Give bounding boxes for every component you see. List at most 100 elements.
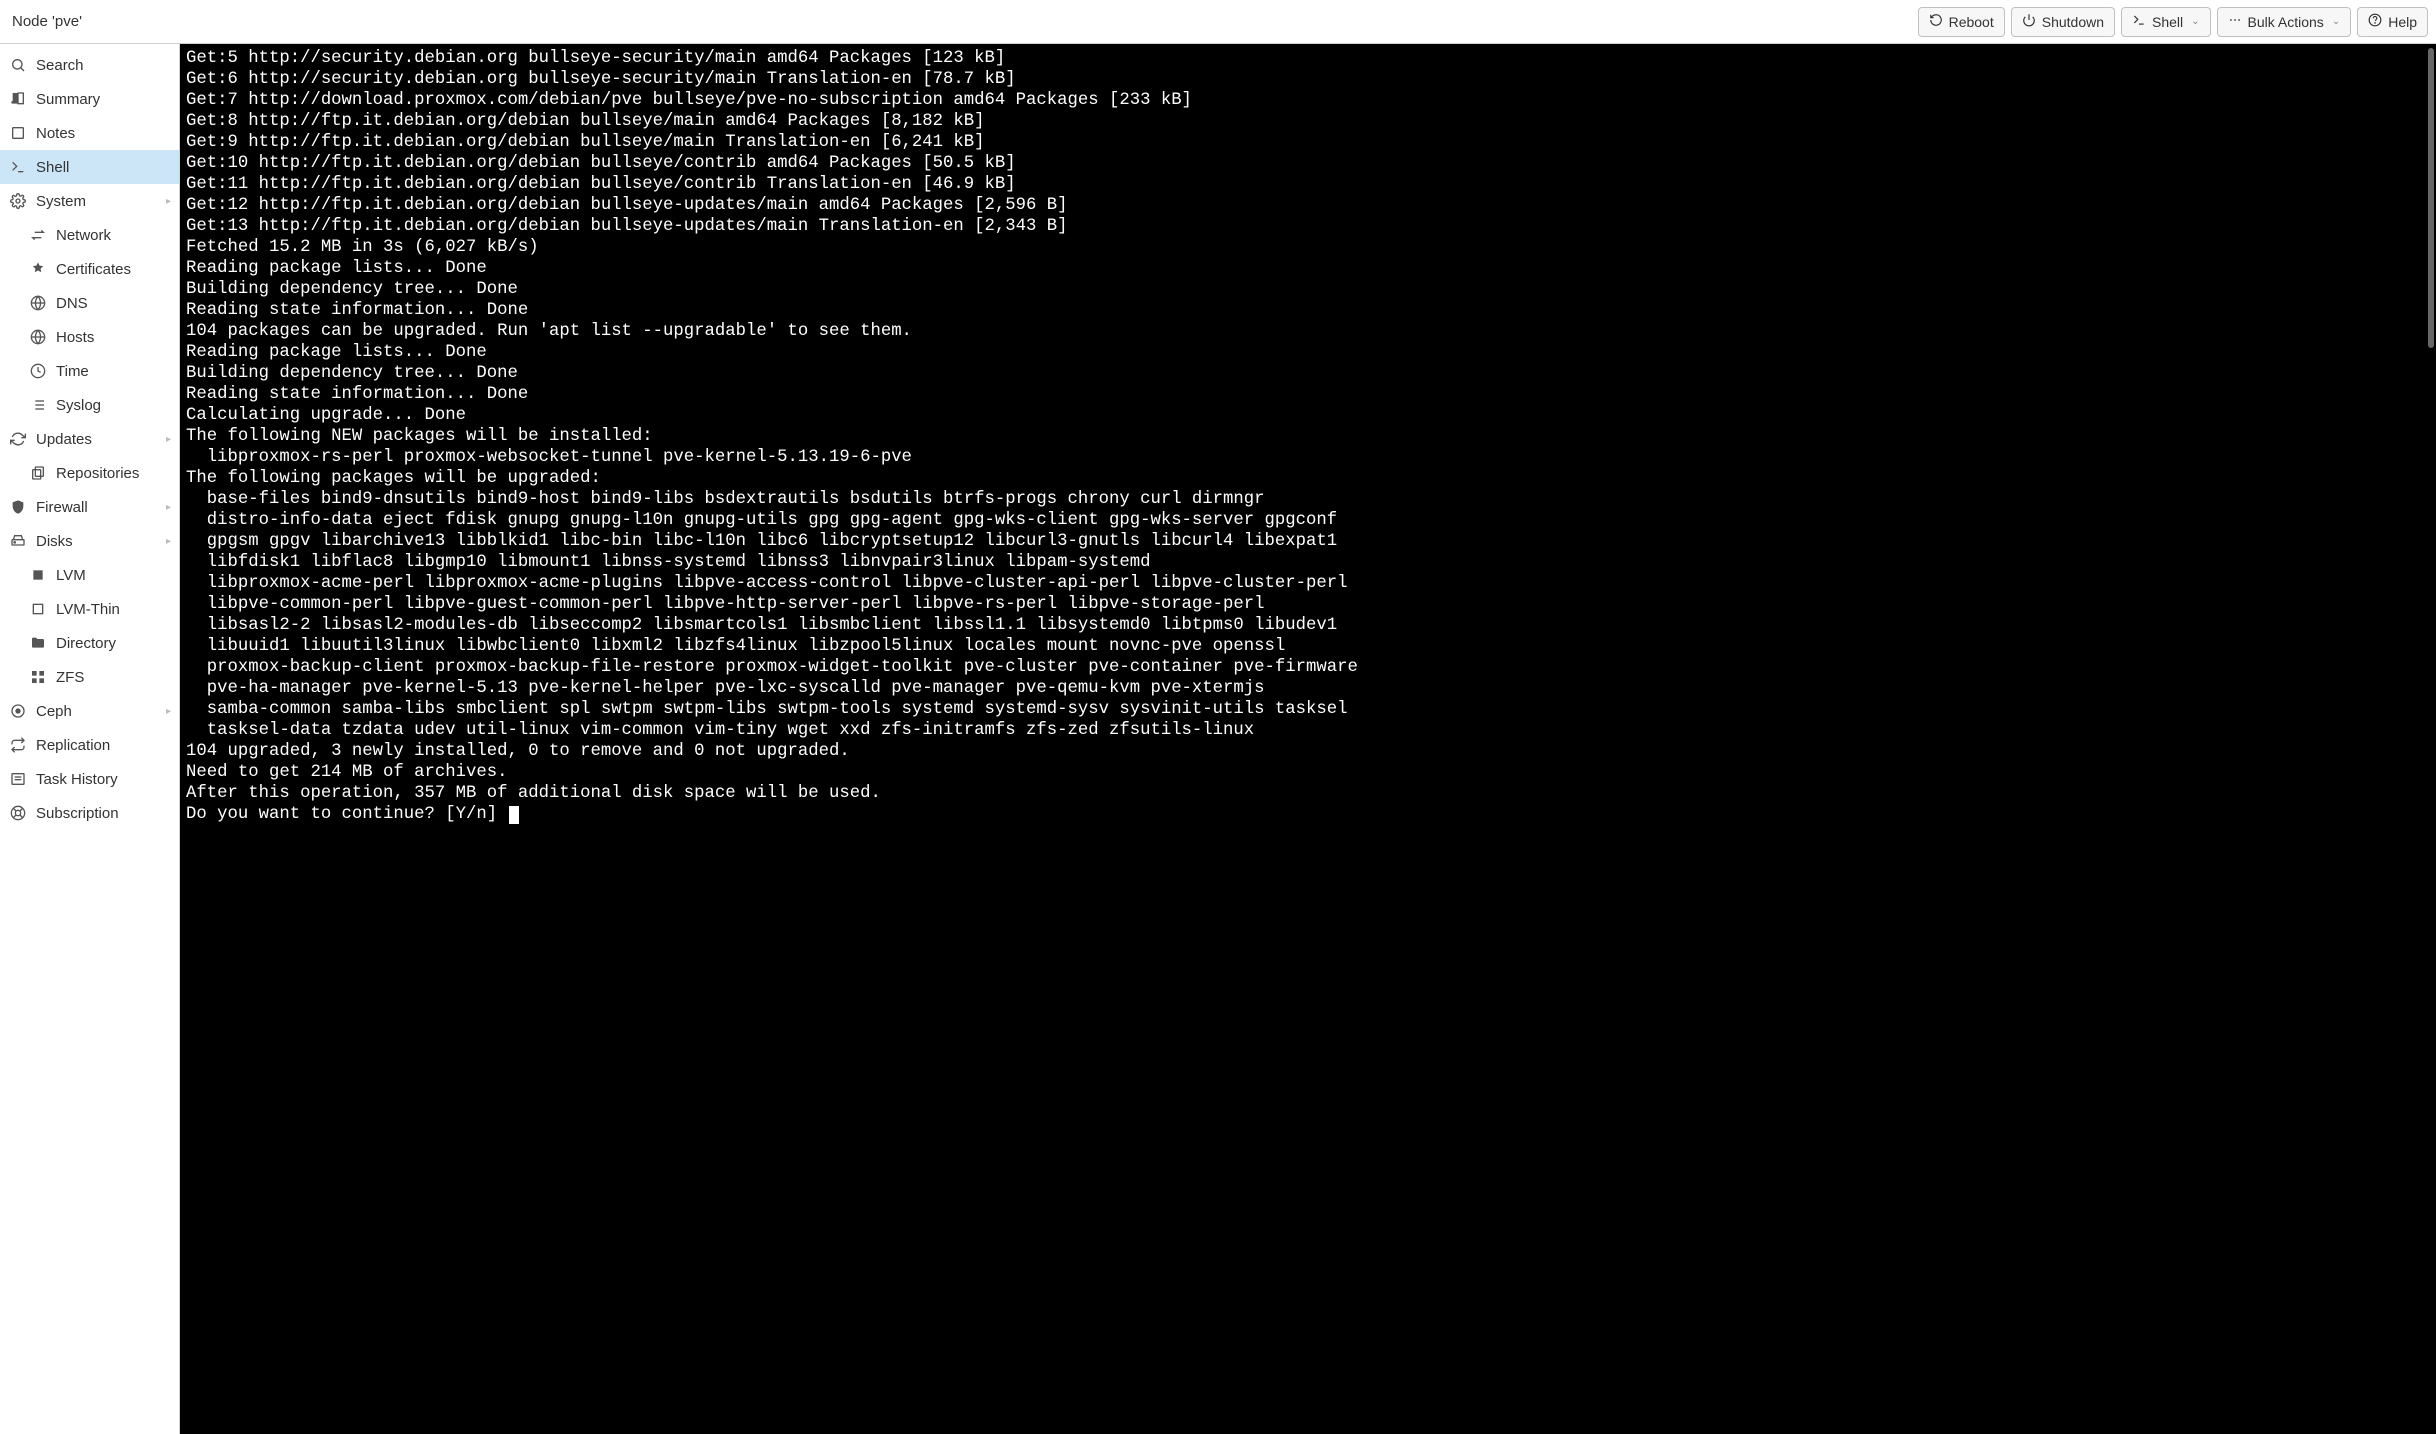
sidebar-item-certificates[interactable]: Certificates bbox=[0, 252, 179, 286]
terminal-output[interactable]: Get:5 http://security.debian.org bullsey… bbox=[180, 44, 2436, 829]
sidebar-item-label: DNS bbox=[56, 295, 88, 312]
terminal-panel[interactable]: Get:5 http://security.debian.org bullsey… bbox=[180, 44, 2436, 1434]
sidebar-item-label: Replication bbox=[36, 737, 110, 754]
sidebar-item-firewall[interactable]: Firewall▸ bbox=[0, 490, 179, 524]
page-title: Node 'pve' bbox=[8, 13, 82, 30]
terminal-line: samba-common samba-libs smbclient spl sw… bbox=[186, 700, 1348, 719]
terminal-line: Need to get 214 MB of archives. bbox=[186, 763, 507, 782]
terminal-line: Calculating upgrade... Done bbox=[186, 406, 466, 425]
chevron-down-icon: ⌄ bbox=[2191, 16, 2199, 27]
sidebar-item-label: Certificates bbox=[56, 261, 131, 278]
terminal-line: libsasl2-2 libsasl2-modules-db libseccom… bbox=[186, 616, 1337, 635]
sidebar-item-label: Hosts bbox=[56, 329, 94, 346]
terminal-line: 104 upgraded, 3 newly installed, 0 to re… bbox=[186, 742, 850, 761]
sidebar-item-syslog[interactable]: Syslog bbox=[0, 388, 179, 422]
sidebar-item-label: Time bbox=[56, 363, 89, 380]
sidebar-item-zfs[interactable]: ZFS bbox=[0, 660, 179, 694]
sidebar-item-label: Network bbox=[56, 227, 111, 244]
terminal-line: The following packages will be upgraded: bbox=[186, 469, 601, 488]
sidebar-item-label: ZFS bbox=[56, 669, 84, 686]
terminal-line: After this operation, 357 MB of addition… bbox=[186, 784, 881, 803]
reboot-button[interactable]: Reboot bbox=[1918, 7, 2005, 37]
help-label: Help bbox=[2388, 14, 2417, 30]
sidebar-item-label: Updates bbox=[36, 431, 92, 448]
globe-icon bbox=[30, 295, 46, 311]
bulk-actions-label: Bulk Actions bbox=[2248, 14, 2324, 30]
sidebar-item-directory[interactable]: Directory bbox=[0, 626, 179, 660]
retweet-icon bbox=[10, 737, 26, 753]
terminal-line: base-files bind9-dnsutils bind9-host bin… bbox=[186, 490, 1265, 509]
menu-icon bbox=[2228, 13, 2242, 30]
folder-icon bbox=[30, 635, 46, 651]
terminal-line: Get:12 http://ftp.it.debian.org/debian b… bbox=[186, 196, 1068, 215]
sidebar-item-label: Ceph bbox=[36, 703, 72, 720]
sidebar-item-label: Disks bbox=[36, 533, 73, 550]
terminal-line: proxmox-backup-client proxmox-backup-fil… bbox=[186, 658, 1358, 677]
shutdown-button[interactable]: Shutdown bbox=[2011, 7, 2115, 37]
sidebar-item-repositories[interactable]: Repositories bbox=[0, 456, 179, 490]
files-icon bbox=[30, 465, 46, 481]
terminal-line: libfdisk1 libflac8 libgmp10 libmount1 li… bbox=[186, 553, 1150, 572]
sidebar-item-label: Notes bbox=[36, 125, 75, 142]
sidebar-item-system[interactable]: System▸ bbox=[0, 184, 179, 218]
globe-icon bbox=[30, 329, 46, 345]
topbar: Node 'pve' Reboot Shutdown Shell ⌄ Bulk … bbox=[0, 0, 2436, 44]
sidebar-item-search[interactable]: Search bbox=[0, 48, 179, 82]
square-icon bbox=[30, 567, 46, 583]
terminal-line: Get:5 http://security.debian.org bullsey… bbox=[186, 49, 1005, 68]
tasklist-icon bbox=[10, 771, 26, 787]
sidebar-item-label: LVM-Thin bbox=[56, 601, 120, 618]
main: SearchSummary Notes Shell System▸ Network Cer… bbox=[0, 44, 2436, 1434]
chevron-right-icon: ▸ bbox=[166, 502, 171, 513]
help-icon bbox=[2368, 13, 2382, 30]
sidebar-item-updates[interactable]: Updates▸ bbox=[0, 422, 179, 456]
refresh-icon bbox=[10, 431, 26, 447]
chevron-right-icon: ▸ bbox=[166, 536, 171, 547]
bulk-actions-button[interactable]: Bulk Actions ⌄ bbox=[2217, 7, 2352, 37]
sidebar-item-label: Shell bbox=[36, 159, 69, 176]
terminal-line: Do you want to continue? [Y/n] bbox=[186, 805, 507, 824]
sidebar-item-disks[interactable]: Disks ▸ bbox=[0, 524, 179, 558]
terminal-line: Get:11 http://ftp.it.debian.org/debian b… bbox=[186, 175, 1016, 194]
terminal-line: libproxmox-rs-perl proxmox-websocket-tun… bbox=[186, 448, 912, 467]
terminal-line: Get:6 http://security.debian.org bullsey… bbox=[186, 70, 1016, 89]
sidebar-item-hosts[interactable]: Hosts bbox=[0, 320, 179, 354]
terminal-line: Get:7 http://download.proxmox.com/debian… bbox=[186, 91, 1192, 110]
terminal-line: Get:9 http://ftp.it.debian.org/debian bu… bbox=[186, 133, 985, 152]
sidebar-item-label: Task History bbox=[36, 771, 118, 788]
sidebar-item-dns[interactable]: DNS bbox=[0, 286, 179, 320]
terminal-line: Reading package lists... Done bbox=[186, 259, 487, 278]
sidebar: SearchSummary Notes Shell System▸ Network Cer… bbox=[0, 44, 180, 1434]
shell-button[interactable]: Shell ⌄ bbox=[2121, 7, 2211, 37]
sidebar-item-label: Repositories bbox=[56, 465, 139, 482]
ceph-icon bbox=[10, 703, 26, 719]
sidebar-item-notes[interactable]: Notes bbox=[0, 116, 179, 150]
support-icon bbox=[10, 805, 26, 821]
sidebar-item-network[interactable]: Network bbox=[0, 218, 179, 252]
hdd-icon bbox=[10, 533, 26, 549]
terminal-line: Reading state information... Done bbox=[186, 385, 528, 404]
sidebar-item-subscription[interactable]: Subscription bbox=[0, 796, 179, 830]
sidebar-item-label: LVM bbox=[56, 567, 86, 584]
terminal-line: Get:8 http://ftp.it.debian.org/debian bu… bbox=[186, 112, 985, 131]
chevron-right-icon: ▸ bbox=[166, 196, 171, 207]
sidebar-item-ceph[interactable]: Ceph ▸ bbox=[0, 694, 179, 728]
terminal-icon bbox=[10, 159, 26, 175]
chevron-down-icon: ⌄ bbox=[2332, 16, 2340, 27]
list-icon bbox=[30, 397, 46, 413]
scrollbar[interactable] bbox=[2428, 48, 2434, 348]
sidebar-item-task-history[interactable]: Task History bbox=[0, 762, 179, 796]
sidebar-item-summary[interactable]: Summary bbox=[0, 82, 179, 116]
chevron-right-icon: ▸ bbox=[166, 706, 171, 717]
sidebar-item-shell[interactable]: Shell bbox=[0, 150, 179, 184]
terminal-line: pve-ha-manager pve-kernel-5.13 pve-kerne… bbox=[186, 679, 1265, 698]
sticky-icon bbox=[10, 125, 26, 141]
sidebar-item-time[interactable]: Time bbox=[0, 354, 179, 388]
sidebar-item-replication[interactable]: Replication bbox=[0, 728, 179, 762]
help-button[interactable]: Help bbox=[2357, 7, 2428, 37]
terminal-line: tasksel-data tzdata udev util-linux vim-… bbox=[186, 721, 1254, 740]
sidebar-item-lvm-thin[interactable]: LVM-Thin bbox=[0, 592, 179, 626]
terminal-icon bbox=[2132, 13, 2146, 30]
shell-label: Shell bbox=[2152, 14, 2183, 30]
sidebar-item-lvm[interactable]: LVM bbox=[0, 558, 179, 592]
